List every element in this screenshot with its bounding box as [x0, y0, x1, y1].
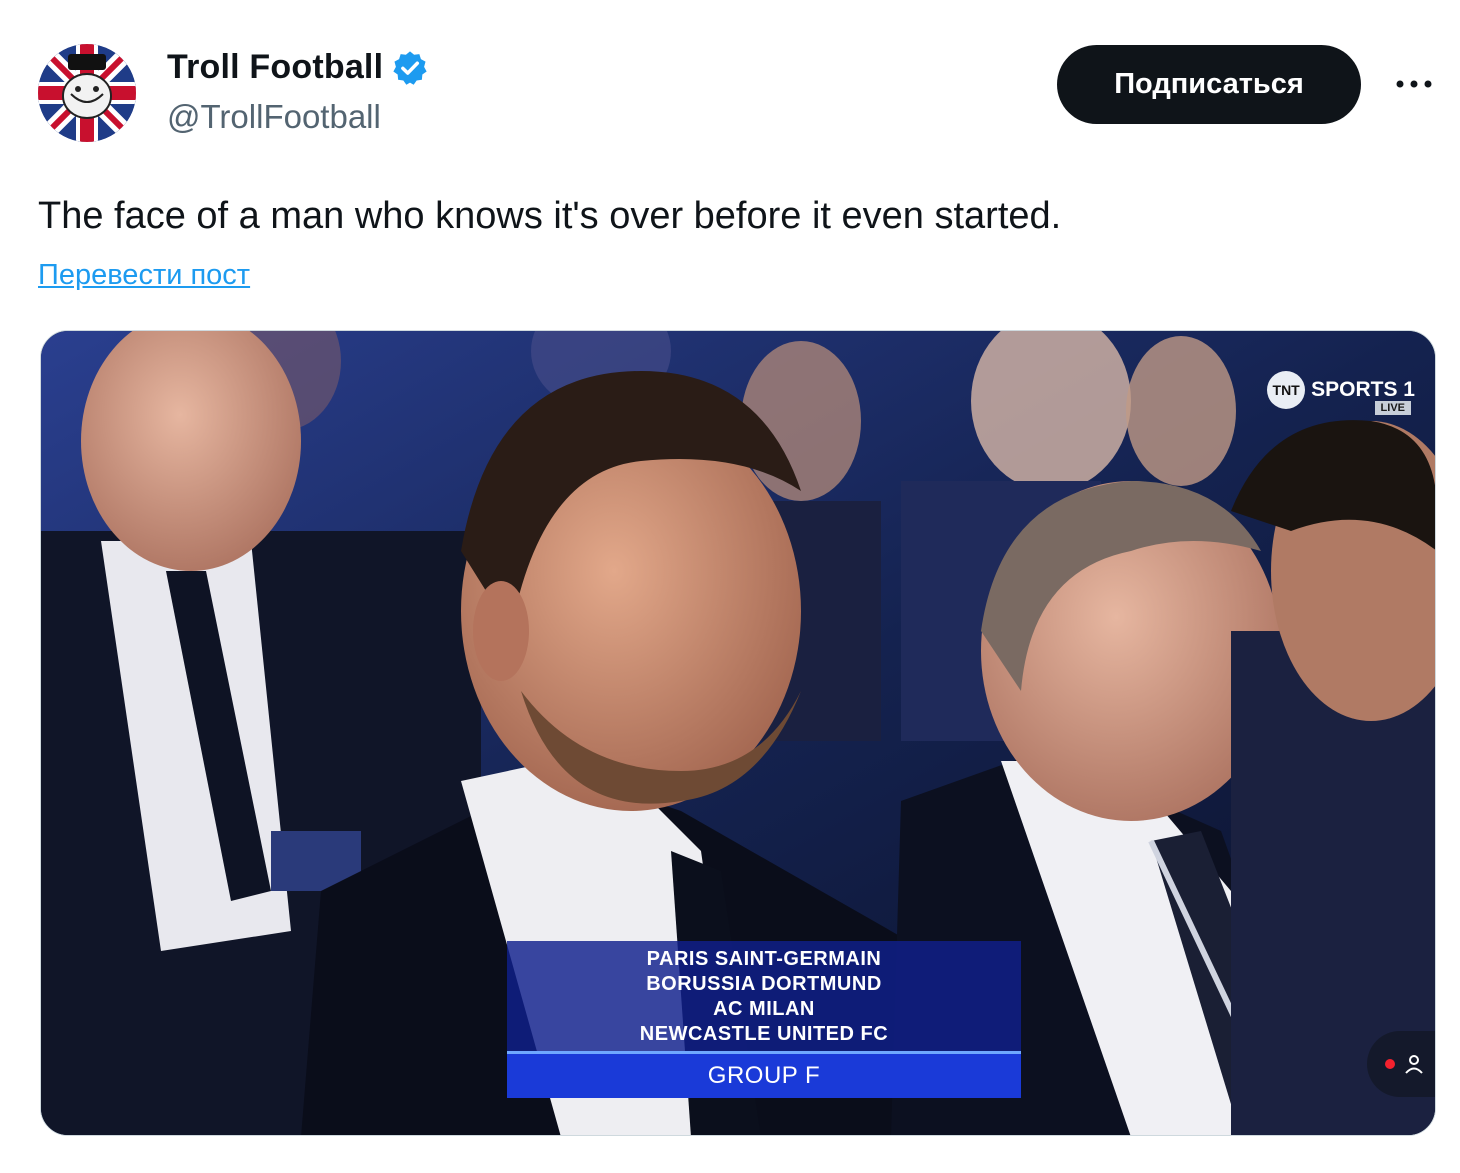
- person-icon: [1405, 1055, 1423, 1074]
- live-tag: LIVE: [1374, 401, 1411, 415]
- tnt-logo: TNT: [1267, 371, 1306, 409]
- live-viewers-icon[interactable]: [1367, 1031, 1435, 1097]
- group-team-list: PARIS SAINT-GERMAIN BORUSSIA DORTMUND AC…: [507, 941, 1021, 1053]
- verified-badge-icon: [391, 49, 429, 87]
- display-name[interactable]: Troll Football: [167, 48, 383, 87]
- post-text: The face of a man who knows it's over be…: [38, 195, 1062, 237]
- follow-button[interactable]: Подписаться: [1057, 45, 1361, 124]
- broadcaster-name: SPORTS 1: [1311, 378, 1415, 401]
- avatar[interactable]: [38, 44, 136, 142]
- post-media[interactable]: TNT SPORTS 1 LIVE PARIS SAINT-GERMAIN BO…: [40, 330, 1436, 1136]
- troll-face-union-jack-avatar: [38, 44, 136, 142]
- group-team: AC MILAN: [713, 998, 815, 1020]
- live-dot-icon: [1385, 1059, 1395, 1069]
- group-label: GROUP F: [707, 1062, 821, 1089]
- group-team: PARIS SAINT-GERMAIN: [646, 948, 882, 970]
- group-label-box: GROUP F: [507, 1054, 1021, 1098]
- more-icon[interactable]: [1390, 62, 1438, 106]
- author-name-row: Troll Football: [167, 48, 429, 87]
- group-team: NEWCASTLE UNITED FC: [639, 1023, 889, 1045]
- translate-post-link[interactable]: Перевести пост: [38, 259, 250, 292]
- author-handle[interactable]: @TrollFootball: [167, 98, 381, 136]
- group-team: BORUSSIA DORTMUND: [646, 973, 882, 995]
